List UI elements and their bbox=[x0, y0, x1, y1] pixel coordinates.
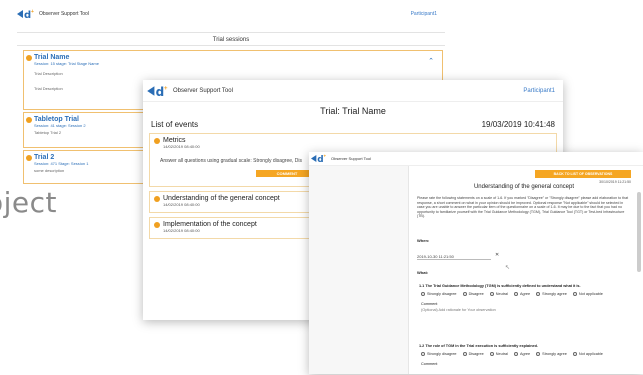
question-text: 1.1 The Trial Guidance Methodology (TGM)… bbox=[419, 284, 581, 288]
session-name: Tabletop Trial bbox=[34, 116, 79, 123]
logo-icon: d + bbox=[311, 154, 326, 163]
session-name: Trial Name bbox=[34, 54, 70, 61]
comment-label: Comment bbox=[421, 302, 438, 306]
app-logo: d + bbox=[17, 9, 35, 19]
app-title: Observer Support Tool bbox=[173, 87, 233, 94]
comment-label: Comment bbox=[421, 362, 438, 366]
app-logo: d + bbox=[147, 85, 169, 97]
event-status-icon bbox=[154, 221, 160, 228]
option-strongly-agree[interactable]: Strongly agree bbox=[536, 292, 567, 296]
svg-text:+: + bbox=[164, 85, 168, 91]
scrollbar[interactable] bbox=[637, 192, 641, 272]
event-name: Understanding of the general concept bbox=[163, 195, 280, 202]
option-agree[interactable]: Agree bbox=[514, 352, 530, 356]
form-instructions: Please rate the following statements on … bbox=[417, 196, 629, 219]
logo-icon: d + bbox=[17, 9, 34, 19]
app-title: Observer Support Tool bbox=[331, 156, 371, 161]
event-status-icon bbox=[154, 137, 160, 144]
window2-header: d + Observer Support Tool Participant1 bbox=[143, 80, 563, 102]
svg-text:+: + bbox=[31, 9, 34, 15]
back-to-list-button[interactable]: BACK TO LIST OF OBSERVATIONS bbox=[535, 170, 631, 178]
sidebar bbox=[309, 166, 409, 374]
session-status-icon bbox=[26, 155, 32, 161]
option-strongly-agree[interactable]: Strongly agree bbox=[536, 352, 567, 356]
window3-header: d + Observer Support Tool bbox=[309, 152, 643, 166]
when-input[interactable]: 2019-10-30 11:21:50 bbox=[417, 254, 491, 260]
svg-text:+: + bbox=[323, 154, 326, 159]
chevron-up-icon[interactable]: ⌃ bbox=[428, 57, 434, 65]
app-title: Observer Support Tool bbox=[39, 11, 89, 17]
comment-input[interactable]: (Optional) Add rationale for Your observ… bbox=[421, 308, 496, 312]
background-text: oject bbox=[0, 186, 58, 219]
session-status-icon bbox=[26, 55, 32, 61]
option-strongly-disagree[interactable]: Strongly disagree bbox=[421, 352, 457, 356]
window1-header: d + Observer Support Tool Participant1 bbox=[17, 6, 445, 22]
participant-menu[interactable]: Participant1 bbox=[523, 88, 555, 94]
option-disagree[interactable]: Disagree bbox=[462, 292, 484, 296]
event-status-icon bbox=[154, 195, 160, 202]
event-name: Metrics bbox=[163, 137, 186, 144]
rating-options: Strongly disagree Disagree Neutral Agree… bbox=[421, 292, 603, 296]
session-name: Trial 2 bbox=[34, 154, 55, 161]
observation-form: BACK TO LIST OF OBSERVATIONS 30/10/2019 … bbox=[413, 166, 635, 374]
svg-text:d: d bbox=[156, 85, 165, 97]
page-title: Trial: Trial Name bbox=[320, 106, 386, 116]
participant-menu[interactable]: Participant1 bbox=[411, 11, 437, 17]
event-name: Implementation of the concept bbox=[163, 221, 257, 228]
cursor-icon: ↖ bbox=[505, 265, 511, 271]
clear-icon[interactable]: ✕ bbox=[495, 252, 499, 258]
option-neutral[interactable]: Neutral bbox=[489, 292, 508, 296]
list-label: List of events bbox=[151, 120, 199, 129]
option-agree[interactable]: Agree bbox=[514, 292, 530, 296]
rating-options: Strongly disagree Disagree Neutral Agree… bbox=[421, 352, 603, 356]
logo-icon: d + bbox=[147, 85, 168, 97]
session-status-icon bbox=[26, 117, 32, 123]
question-text: 1.2 The role of TGM in the Trial executi… bbox=[419, 344, 538, 348]
option-not-applicable[interactable]: Not applicable bbox=[572, 292, 603, 296]
observation-window: d + Observer Support Tool BACK TO LIST O… bbox=[309, 152, 643, 374]
session-description: Trial Description bbox=[34, 71, 63, 76]
when-label: When: bbox=[417, 238, 430, 243]
option-strongly-disagree[interactable]: Strongly disagree bbox=[421, 292, 457, 296]
option-neutral[interactable]: Neutral bbox=[489, 352, 508, 356]
option-disagree[interactable]: Disagree bbox=[462, 352, 484, 356]
option-not-applicable[interactable]: Not applicable bbox=[572, 352, 603, 356]
form-heading: Understanding of the general concept bbox=[473, 184, 575, 190]
what-label: What: bbox=[417, 270, 429, 275]
page-title: Trial sessions bbox=[17, 32, 445, 46]
app-logo: d + bbox=[311, 154, 327, 163]
current-datetime: 19/03/2019 10:41:48 bbox=[481, 120, 555, 129]
